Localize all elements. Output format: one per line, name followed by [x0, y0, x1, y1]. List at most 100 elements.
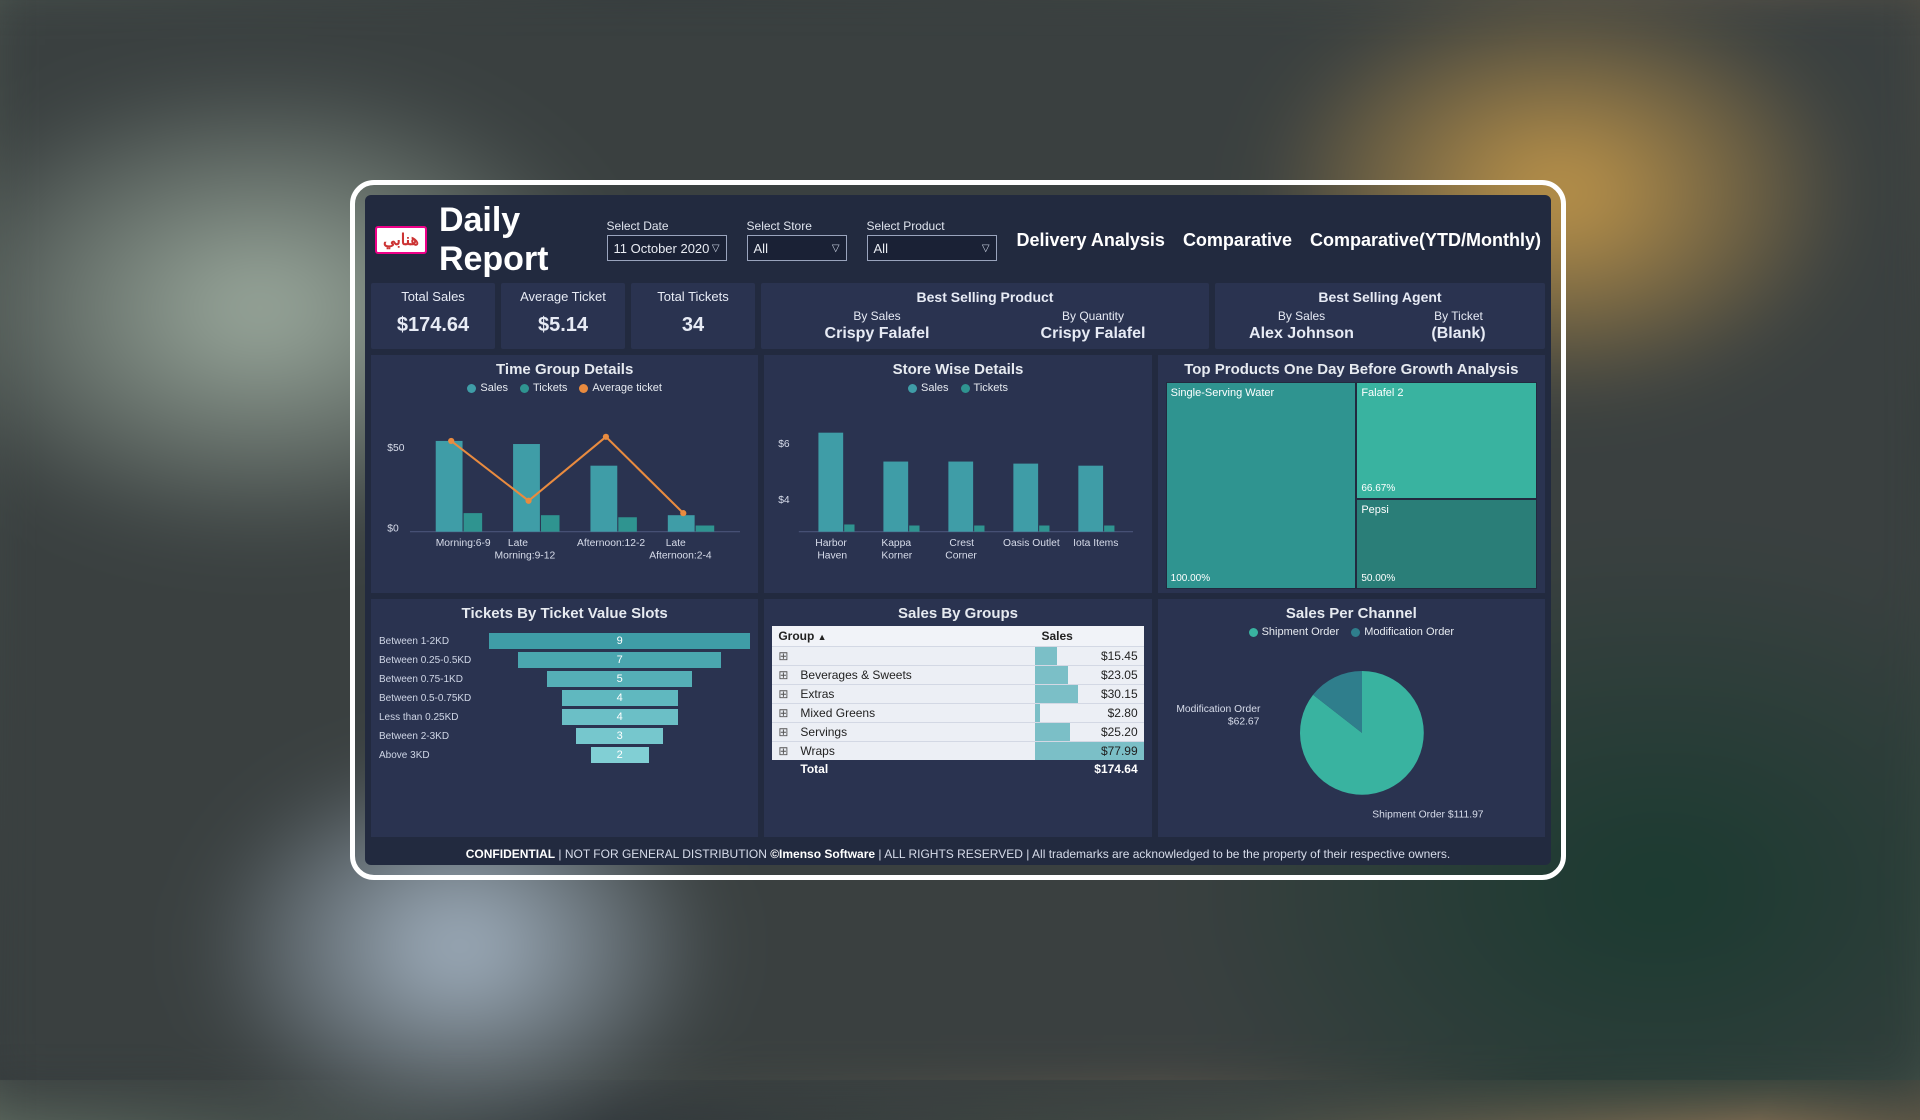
time-group-chart: $50$0 Morning:6-9 LateMorning:9-12 After… — [379, 396, 750, 589]
treemap-item[interactable]: Pepsi 50.00% — [1356, 499, 1537, 589]
funnel-row: Between 0.5-0.75KD4 — [379, 690, 750, 706]
chevron-down-icon: ▽ — [712, 243, 720, 254]
expand-icon[interactable]: ⊞ — [772, 723, 794, 742]
panel-time-group: Time Group Details Sales Tickets Average… — [371, 355, 758, 593]
groups-table: Group ▲ Sales ⊞$15.45⊞Beverages & Sweets… — [772, 626, 1143, 778]
date-select[interactable]: 11 October 2020 ▽ — [607, 235, 727, 261]
funnel-label: Between 0.75-1KD — [379, 674, 489, 685]
svg-text:Afternoon:2-4: Afternoon:2-4 — [649, 551, 712, 562]
table-row[interactable]: ⊞Servings$25.20 — [772, 723, 1143, 742]
kpi-label: Average Ticket — [509, 289, 617, 304]
funnel-row: Between 0.25-0.5KD7 — [379, 652, 750, 668]
svg-text:Late: Late — [666, 538, 686, 549]
svg-text:Crest: Crest — [950, 538, 975, 549]
funnel-row: Between 2-3KD 3 — [379, 728, 750, 744]
filter-product-label: Select Product — [867, 219, 997, 233]
product-select[interactable]: All ▽ — [867, 235, 997, 261]
funnel-bar[interactable]: 2 — [591, 747, 649, 763]
legend-sales: Sales — [921, 382, 949, 394]
table-row[interactable]: ⊞Wraps$77.99 — [772, 742, 1143, 761]
filter-product: Select Product All ▽ — [867, 219, 997, 261]
treemap-pct: 66.67% — [1361, 483, 1395, 494]
funnel-bar[interactable]: 7 — [518, 652, 721, 668]
funnel-label: Between 2-3KD — [379, 731, 489, 742]
panel-funnel: Tickets By Ticket Value Slots Between 1-… — [371, 599, 758, 837]
expand-icon[interactable]: ⊞ — [772, 647, 794, 666]
col-group[interactable]: Group ▲ — [772, 626, 1035, 647]
funnel-bar[interactable]: 3 — [576, 728, 663, 744]
treemap-pct: 100.00% — [1171, 573, 1210, 584]
nav-links: Delivery Analysis Comparative Comparativ… — [1017, 230, 1541, 251]
table-row[interactable]: ⊞Extras$30.15 — [772, 685, 1143, 704]
nav-delivery[interactable]: Delivery Analysis — [1017, 230, 1165, 251]
group-sales: $30.15 — [1035, 685, 1143, 704]
table-row[interactable]: ⊞Mixed Greens$2.80 — [772, 704, 1143, 723]
panel-top-growth: Top Products One Day Before Growth Analy… — [1158, 355, 1545, 593]
svg-text:Morning:6-9: Morning:6-9 — [436, 538, 491, 549]
table-row[interactable]: ⊞Beverages & Sweets$23.05 — [772, 666, 1143, 685]
funnel-body: Between 1-2KD9 Between 0.25-0.5KD7 Between… — [379, 626, 750, 833]
group-sales: $15.45 — [1035, 647, 1143, 666]
funnel-label: Between 1-2KD — [379, 636, 489, 647]
funnel-bar[interactable]: 4 — [562, 690, 678, 706]
funnel-bar[interactable]: 9 — [489, 633, 750, 649]
legend: Sales Tickets — [772, 382, 1143, 394]
svg-text:Harbor: Harbor — [816, 538, 848, 549]
expand-icon[interactable]: ⊞ — [772, 666, 794, 685]
table-row[interactable]: ⊞ $15.45 — [772, 647, 1143, 666]
kpi-label: Total Sales — [379, 289, 487, 304]
col-sales[interactable]: Sales — [1035, 626, 1143, 647]
best-product-card: Best Selling Product By Sales Crispy Fal… — [761, 283, 1209, 349]
best-product-byqty-value: Crispy Falafel — [985, 325, 1201, 343]
best-agent-title: Best Selling Agent — [1223, 289, 1537, 305]
nav-comparative[interactable]: Comparative — [1183, 230, 1292, 251]
product-select-value: All — [874, 241, 888, 256]
svg-text:Oasis Outlet: Oasis Outlet — [1003, 538, 1060, 549]
header: هنابي Daily Report Select Date 11 Octobe… — [365, 195, 1551, 283]
brand-logo: هنابي — [375, 226, 427, 254]
date-select-value: 11 October 2020 — [614, 241, 710, 256]
kpi-value: 34 — [639, 314, 747, 337]
panel-title: Time Group Details — [379, 361, 750, 378]
legend-tickets: Tickets — [533, 382, 567, 394]
expand-icon[interactable]: ⊞ — [772, 685, 794, 704]
expand-icon[interactable]: ⊞ — [772, 704, 794, 723]
treemap-item[interactable]: Falafel 2 66.67% — [1356, 382, 1537, 499]
nav-ytd[interactable]: Comparative(YTD/Monthly) — [1310, 230, 1541, 251]
best-agent-byticket-label: By Ticket — [1380, 309, 1537, 323]
svg-text:Kappa: Kappa — [882, 538, 912, 549]
best-product-title: Best Selling Product — [769, 289, 1201, 305]
footer: CONFIDENTIAL | NOT FOR GENERAL DISTRIBUT… — [365, 843, 1551, 865]
legend-shipment: Shipment Order — [1262, 626, 1340, 638]
footer-confidential: CONFIDENTIAL — [466, 847, 555, 861]
svg-text:Korner: Korner — [882, 551, 913, 562]
panel-title: Tickets By Ticket Value Slots — [379, 605, 750, 622]
funnel-row: Between 0.75-1KD 5 — [379, 671, 750, 687]
legend-sales: Sales — [480, 382, 508, 394]
treemap-label: Single-Serving Water — [1171, 387, 1275, 399]
svg-text:Afternoon:12-2: Afternoon:12-2 — [577, 538, 645, 549]
funnel-bar[interactable]: 4 — [562, 709, 678, 725]
pie-label-mod2: $62.67 — [1228, 717, 1260, 728]
panel-title: Top Products One Day Before Growth Analy… — [1166, 361, 1537, 378]
treemap-pct: 50.00% — [1361, 573, 1395, 584]
group-name: Beverages & Sweets — [794, 666, 1035, 685]
svg-text:Iota Items: Iota Items — [1074, 538, 1119, 549]
funnel-label: Less than 0.25KD — [379, 712, 489, 723]
svg-text:Late: Late — [508, 538, 528, 549]
footer-copyright: ©Imenso Software — [770, 847, 875, 861]
legend: Sales Tickets Average ticket — [379, 382, 750, 394]
dashboard-frame: هنابي Daily Report Select Date 11 Octobe… — [350, 180, 1566, 880]
svg-text:$6: $6 — [779, 439, 791, 450]
treemap-item[interactable]: Single-Serving Water 100.00% — [1166, 382, 1357, 589]
funnel-bar[interactable]: 5 — [547, 671, 692, 687]
store-select[interactable]: All ▽ — [747, 235, 847, 261]
filter-store-label: Select Store — [747, 219, 847, 233]
footer-text: | NOT FOR GENERAL DISTRIBUTION — [555, 847, 770, 861]
kpi-value: $174.64 — [379, 314, 487, 337]
panel-title: Sales By Groups — [772, 605, 1143, 622]
expand-icon[interactable]: ⊞ — [772, 742, 794, 761]
panel-groups: Sales By Groups Group ▲ Sales ⊞$15.45⊞Be… — [764, 599, 1151, 837]
funnel-label: Above 3KD — [379, 750, 489, 761]
svg-text:$4: $4 — [779, 495, 791, 506]
